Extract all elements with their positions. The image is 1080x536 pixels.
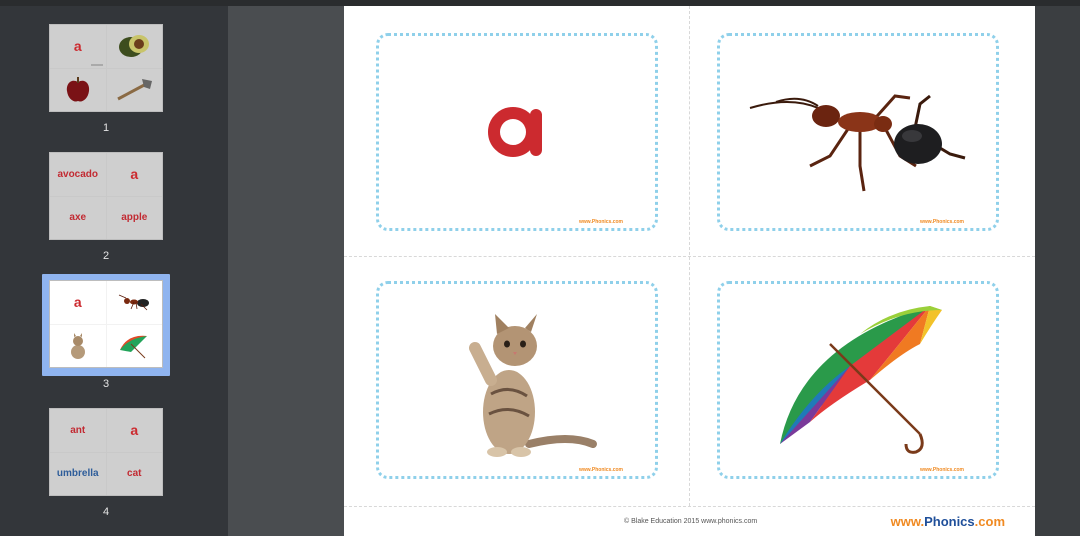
kitten-icon	[469, 314, 597, 457]
thumbnail-letter: a	[73, 38, 82, 55]
cat-icon	[50, 324, 106, 367]
thumbnail-page-2[interactable]: avocado a axe apple	[49, 152, 163, 240]
thumbnail-cell: a	[106, 409, 162, 452]
thumbnail-number: 2	[102, 250, 110, 262]
card-footer: www.Phonics.com	[579, 467, 623, 473]
thumbnail-letter: a	[73, 294, 82, 311]
thumbnail-page-3[interactable]: a	[49, 280, 163, 368]
cut-line-horizontal	[344, 256, 1035, 257]
flashcard-cat: www.Phonics.com	[376, 281, 658, 479]
ant-icon	[106, 281, 162, 324]
flashcard-ant: www.Phonics.com	[717, 33, 999, 231]
flashcard-letter-a: www.Phonics.com	[376, 33, 658, 231]
avocado-icon	[106, 25, 162, 68]
copyright-text: © Blake Education 2015 www.phonics.com	[624, 518, 758, 525]
card-footer: www.Phonics.com	[579, 219, 623, 225]
thumbnail-number: 3	[102, 378, 110, 390]
umbrella-icon	[106, 324, 162, 367]
thumbnail-cell: a	[50, 281, 106, 324]
thumbnail-cell: apple	[106, 196, 162, 239]
thumbnail-cell: a	[106, 153, 162, 196]
thumbnail-cell: ant	[50, 409, 106, 452]
thumbnail-cell: cat	[106, 452, 162, 495]
thumbnail-word: ant	[70, 424, 86, 436]
card-footer: www.Phonics.com	[920, 467, 964, 473]
thumbnail-page-4[interactable]: ant a umbrella cat	[49, 408, 163, 496]
umbrella-icon	[780, 306, 942, 454]
flashcard-umbrella: www.Phonics.com	[717, 281, 999, 479]
thumbnail-word: cat	[127, 468, 142, 480]
thumbnail-sidebar[interactable]: a 1 avocado a axe apple 2 a 3 ant a umbr…	[0, 6, 228, 536]
viewer-margin	[1035, 6, 1080, 536]
apple-icon	[50, 68, 106, 111]
thumbnail-letter: a	[130, 166, 139, 183]
letter-a-glyph	[379, 36, 655, 228]
thumbnail-word: axe	[69, 212, 87, 224]
page-footer: © Blake Education 2015 www.phonics.com w…	[344, 510, 1035, 536]
thumbnail-cell: axe	[50, 196, 106, 239]
thumbnail-word: apple	[121, 212, 148, 224]
thumbnail-page-1[interactable]: a	[49, 24, 163, 112]
thumbnail-number: 1	[102, 122, 110, 134]
ant-icon	[749, 94, 966, 192]
document-page[interactable]: www.Phonics.com www.Phonics.com www.Phon…	[344, 6, 1035, 536]
thumbnail-number: 4	[102, 506, 110, 518]
thumbnail-word: umbrella	[56, 468, 99, 480]
thumbnail-word: avocado	[57, 168, 99, 180]
thumbnail-letter: a	[130, 422, 139, 439]
axe-icon	[106, 68, 162, 111]
thumbnail-cell: a	[50, 25, 106, 68]
card-footer: www.Phonics.com	[920, 219, 964, 225]
thumbnail-cell: avocado	[50, 153, 106, 196]
brand-logo: www.Phonics.com	[890, 514, 1005, 529]
thumbnail-cell: umbrella	[50, 452, 106, 495]
cut-line-bottom	[344, 506, 1035, 507]
